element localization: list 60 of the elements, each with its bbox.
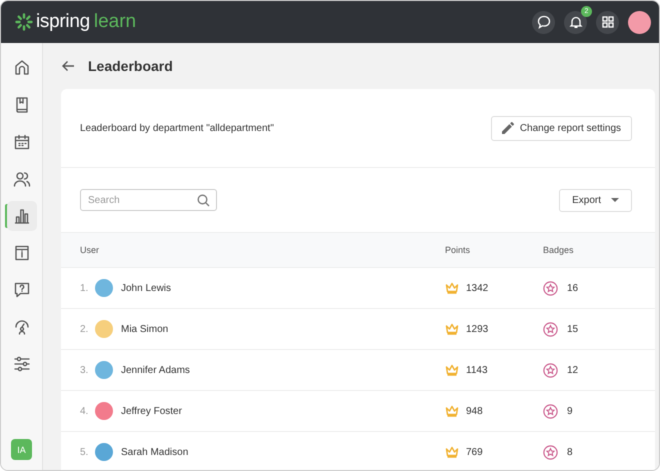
user-name: John Lewis <box>121 282 172 294</box>
search-field[interactable]: Search <box>80 189 217 211</box>
logo-icon <box>15 13 33 31</box>
rank-number: 2. <box>80 324 90 334</box>
pencil-icon <box>502 122 514 134</box>
grid-icon <box>602 16 614 28</box>
badges-count: 12 <box>567 364 578 376</box>
rank-number: 1. <box>80 282 90 294</box>
badges-count: 16 <box>567 282 578 294</box>
bar-chart-icon <box>12 207 30 225</box>
crown-icon <box>445 446 459 458</box>
calendar-icon <box>12 133 30 151</box>
caret-icon <box>611 198 619 202</box>
star-badge-icon <box>543 404 558 418</box>
rank-number: 3. <box>80 364 90 376</box>
user-name: Jeffrey Foster <box>121 406 182 416</box>
report-description: Leaderboard by department "alldepartment" <box>80 122 274 134</box>
bell-icon <box>568 15 582 29</box>
search-icon <box>197 194 210 206</box>
points-value: 1342 <box>466 282 488 294</box>
logo-product: learn <box>94 11 136 33</box>
people-icon <box>12 170 30 188</box>
rank-number: 4. <box>80 406 90 416</box>
logo-brand: ispring <box>36 11 90 33</box>
star-badge-icon <box>543 322 558 336</box>
star-badge-icon <box>543 362 558 378</box>
points-value: 948 <box>466 406 483 416</box>
question-icon <box>12 281 30 299</box>
back-arrow-icon[interactable] <box>61 60 75 72</box>
gauge-person-icon <box>12 318 30 336</box>
sliders-icon <box>12 355 30 373</box>
info-icon <box>12 244 30 262</box>
badges-count: 8 <box>567 446 573 458</box>
sidebar-item[interactable] <box>6 201 36 231</box>
star-badge-icon <box>543 444 558 460</box>
star-badge-icon <box>543 280 558 296</box>
export-button[interactable]: Export <box>559 188 632 212</box>
user-name: Mia Simon <box>121 324 168 334</box>
crown-icon <box>445 323 459 335</box>
user-name: Sarah Madison <box>121 446 188 458</box>
column-header: Points <box>445 245 472 255</box>
page-title: Leaderboard <box>88 58 173 74</box>
points-value: 1293 <box>466 324 488 334</box>
home-icon <box>12 59 30 77</box>
column-header: Badges <box>543 245 574 255</box>
points-value: 1143 <box>466 364 488 376</box>
rank-number: 5. <box>80 446 90 458</box>
change-settings-button[interactable]: Change report settings <box>490 116 632 140</box>
user-avatar[interactable] <box>628 10 651 34</box>
chat-button[interactable] <box>532 10 555 34</box>
chat-icon <box>536 15 550 29</box>
badges-count: 9 <box>567 406 573 416</box>
badges-count: 15 <box>567 324 578 334</box>
points-value: 769 <box>466 446 483 458</box>
crown-icon <box>445 405 459 417</box>
crown-icon <box>445 364 459 376</box>
apps-button[interactable] <box>596 10 619 34</box>
crown-icon <box>445 282 459 294</box>
column-header: User <box>80 245 100 255</box>
user-name: Jennifer Adams <box>121 364 190 376</box>
